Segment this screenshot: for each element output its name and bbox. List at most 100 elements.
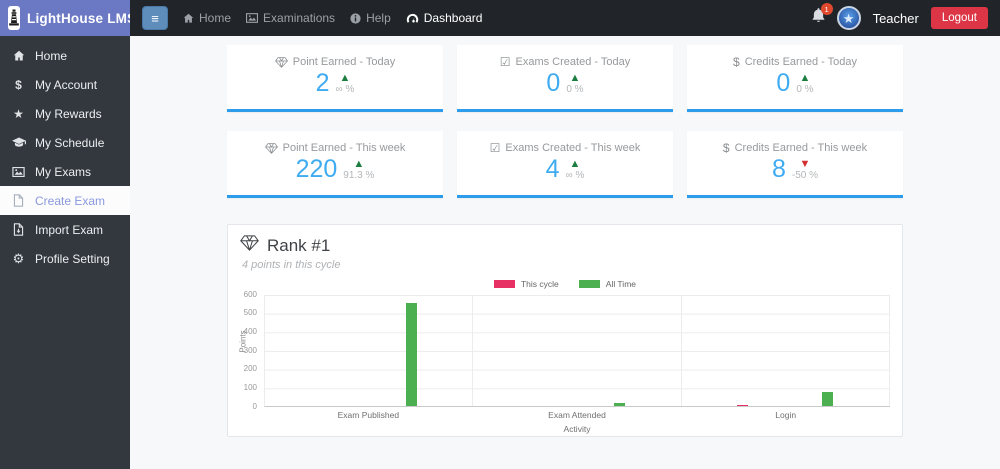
x-category-label: Login: [775, 410, 797, 420]
stat-value: 220: [295, 155, 338, 183]
nav-item-home[interactable]: Home: [183, 11, 231, 25]
stat-card-points-week: Point Earned - This week 220 ▲ 91.3 %: [227, 131, 443, 198]
y-tick-label: 500: [243, 308, 257, 318]
sidebar-item-label: Import Exam: [35, 222, 104, 237]
trend-icon: ▼: [799, 158, 811, 170]
rank-subtitle: 4 points in this cycle: [242, 259, 341, 271]
stat-change: 0 %: [566, 84, 584, 95]
home-icon: [183, 13, 194, 24]
sidebar-item-my-account[interactable]: $ My Account: [0, 70, 130, 99]
stat-change: ∞ %: [565, 170, 585, 181]
sidebar-item-label: My Schedule: [35, 135, 105, 150]
stat-title: Exams Created - Today: [515, 56, 631, 68]
y-tick-label: 0: [252, 401, 257, 411]
chart-legend: This cycle All Time: [240, 279, 890, 289]
category-group: [265, 295, 474, 406]
gem-icon: [274, 56, 288, 68]
nav-item-help[interactable]: Help: [350, 11, 391, 25]
gem-icon: [240, 235, 259, 256]
gem-icon: [264, 142, 278, 154]
nav-item-label: Examinations: [263, 11, 336, 25]
bar-plot: [264, 295, 890, 407]
app-title: LightHouse LMS: [27, 10, 137, 26]
stat-value: 0: [546, 69, 561, 97]
stat-card-credits-week: $ Credits Earned - This week 8 ▼ -50 %: [687, 131, 903, 198]
sidebar-item-home[interactable]: Home: [0, 41, 130, 70]
stat-value: 0: [776, 69, 791, 97]
stat-card-credits-today: $ Credits Earned - Today 0 ▲ 0 %: [687, 45, 903, 112]
trend-icon: ▲: [353, 158, 365, 170]
y-tick-label: 400: [243, 326, 257, 336]
stat-change: 0 %: [796, 84, 814, 95]
y-tick-label: 100: [243, 382, 257, 392]
sidebar-item-label: My Rewards: [35, 106, 102, 121]
top-navbar: ≡ Home Examinations Help Dashboard 1 ★ T…: [130, 0, 1000, 36]
nav-item-dashboard[interactable]: Dashboard: [406, 11, 483, 25]
stat-change: -50 %: [791, 170, 819, 181]
legend-item[interactable]: All Time: [578, 279, 636, 289]
y-ticks: 0 100 200 300 400 500 600: [240, 290, 260, 410]
user-avatar[interactable]: ★: [836, 6, 861, 30]
trend-icon: ▲: [799, 72, 811, 84]
x-axis-title: Activity: [563, 424, 591, 434]
brand-header[interactable]: LightHouse LMS: [0, 0, 136, 36]
sidebar-item-my-schedule[interactable]: My Schedule: [0, 128, 130, 157]
nav-item-label: Help: [366, 11, 391, 25]
navbar-right-group: 1 ★ Teacher Logout: [811, 3, 988, 30]
stat-title: Credits Earned - This week: [734, 142, 868, 154]
y-tick-label: 600: [243, 289, 257, 299]
sidebar-item-label: Create Exam: [35, 193, 106, 208]
rank-card: Rank #1 4 points in this cycle This cycl…: [227, 224, 903, 437]
stat-title: Exams Created - This week: [505, 142, 641, 154]
stat-change: 91.3 %: [343, 170, 375, 181]
nav-item-label: Home: [199, 11, 232, 25]
logout-button[interactable]: Logout: [930, 7, 988, 29]
category-group: [473, 295, 682, 406]
stat-value: 4: [545, 155, 560, 183]
dollar-icon: $: [722, 141, 730, 155]
top-bar: LightHouse LMS ≡ Home Examinations Help …: [0, 0, 1000, 36]
sidebar-item-create-exam[interactable]: Create Exam: [0, 186, 130, 215]
stat-card-exams-week: ☑ Exams Created - This week 4 ▲ ∞ %: [457, 131, 673, 198]
nav-item-examinations[interactable]: Examinations: [246, 11, 335, 25]
stat-value: 8: [771, 155, 786, 183]
trend-icon: ▲: [339, 72, 351, 84]
sidebar-item-my-exams[interactable]: My Exams: [0, 157, 130, 186]
sidebar-toggle-button[interactable]: ≡: [142, 6, 168, 30]
sidebar-item-label: My Account: [35, 77, 98, 92]
legend-label: This cycle: [520, 279, 559, 289]
rank-title: Rank #1: [267, 235, 331, 255]
gear-icon: ⚙: [12, 250, 25, 266]
nav-item-label: Dashboard: [423, 11, 483, 25]
graduation-cap-icon: [11, 137, 26, 148]
sidebar-item-my-rewards[interactable]: ★ My Rewards: [0, 99, 130, 128]
sidebar-item-profile-setting[interactable]: ⚙ Profile Setting: [0, 244, 130, 273]
help-icon: [350, 12, 361, 24]
image-icon: [11, 166, 26, 177]
sidebar-item-label: Profile Setting: [35, 251, 110, 266]
hamburger-icon: ≡: [151, 10, 159, 26]
notification-count-badge: 1: [820, 3, 833, 15]
y-tick-label: 300: [243, 345, 257, 355]
x-category-label: Exam Published: [337, 410, 400, 420]
main-content: Point Earned - Today 2 ▲ ∞ % ☑ Exams Cre…: [130, 36, 1000, 469]
sidebar: Home $ My Account ★ My Rewards My Schedu…: [0, 36, 130, 469]
sidebar-item-import-exam[interactable]: Import Exam: [0, 215, 130, 244]
notifications-button[interactable]: 1: [811, 3, 833, 28]
legend-item[interactable]: This cycle: [493, 279, 559, 289]
x-labels: Exam Published Exam Attended Login: [264, 410, 890, 420]
home-icon: [11, 50, 26, 62]
sidebar-item-label: Home: [35, 48, 68, 63]
trend-icon: ▲: [569, 158, 581, 170]
y-tick-label: 200: [243, 364, 257, 374]
bar-this-cycle: [737, 405, 749, 406]
check-square-icon: ☑: [499, 55, 511, 69]
file-import-icon: [11, 223, 26, 236]
x-category-label: Exam Attended: [548, 410, 606, 420]
category-group: [682, 295, 890, 406]
legend-swatch: [493, 280, 515, 288]
legend-swatch: [578, 280, 600, 288]
trend-icon: ▲: [569, 72, 581, 84]
bar-chart: Points 0 100 200 300 400 500 600 Exam Publishe…: [239, 290, 890, 434]
sidebar-item-label: My Exams: [35, 164, 92, 179]
